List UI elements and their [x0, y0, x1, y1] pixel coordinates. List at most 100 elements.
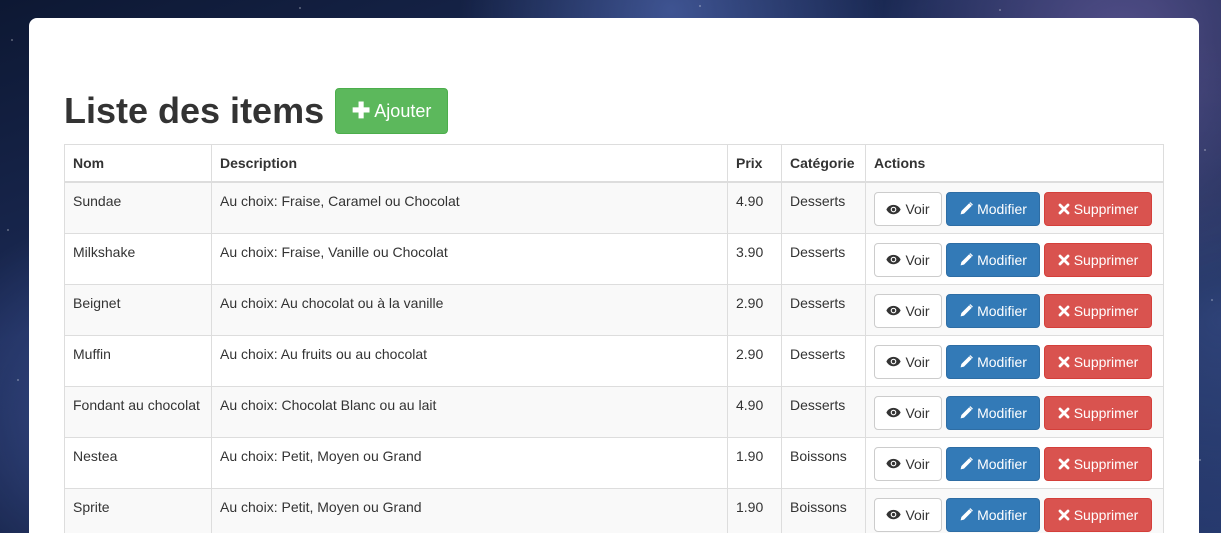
item-category: Boissons [781, 436, 866, 489]
pencil-icon [959, 456, 974, 471]
edit-label: Modifier [977, 506, 1027, 523]
item-actions: Voir Modifier Supprimer [865, 232, 1164, 285]
items-table-body: Sundae Au choix: Fraise, Caramel ou Choc… [64, 181, 1164, 533]
edit-label: Modifier [977, 302, 1027, 319]
item-name: Fondant au chocolat [64, 385, 212, 438]
column-header-category: Catégorie [781, 144, 866, 183]
edit-label: Modifier [977, 404, 1027, 421]
item-category: Desserts [781, 232, 866, 285]
eye-icon [886, 407, 902, 418]
view-button[interactable]: Voir [874, 242, 942, 277]
item-description: Au choix: Chocolat Blanc ou au lait [211, 385, 728, 438]
table-row: Sundae Au choix: Fraise, Caramel ou Choc… [64, 181, 1164, 234]
action-buttons: Voir Modifier Supprimer [874, 446, 1155, 481]
view-label: Voir [905, 302, 930, 319]
table-row: Beignet Au choix: Au chocolat ou à la va… [64, 283, 1164, 336]
pencil-icon [959, 303, 974, 318]
item-actions: Voir Modifier Supprimer [865, 436, 1164, 489]
cross-icon [1058, 458, 1070, 470]
edit-button[interactable]: Modifier [946, 497, 1040, 532]
add-item-label: Ajouter [374, 100, 432, 121]
edit-button[interactable]: Modifier [946, 395, 1040, 430]
column-header-description: Description [211, 144, 728, 183]
page-heading: Liste des items ✚ Ajouter [64, 88, 449, 134]
item-price: 4.90 [727, 181, 782, 234]
edit-label: Modifier [977, 251, 1027, 268]
delete-label: Supprimer [1073, 201, 1139, 217]
item-actions: Voir Modifier Supprimer [865, 487, 1164, 533]
delete-label: Supprimer [1073, 302, 1139, 319]
item-actions: Voir Modifier Supprimer [865, 181, 1164, 234]
item-category: Desserts [781, 283, 866, 336]
item-description: Au choix: Fraise, Caramel ou Chocolat [211, 181, 728, 234]
item-name: Sprite [64, 487, 212, 533]
item-name: Sundae [64, 181, 212, 234]
eye-icon [886, 509, 902, 520]
action-buttons: Voir Modifier Supprimer [874, 344, 1155, 379]
cross-icon [1058, 254, 1070, 266]
view-button[interactable]: Voir [874, 446, 942, 481]
item-category: Desserts [781, 385, 866, 438]
delete-label: Supprimer [1073, 506, 1139, 523]
action-buttons: Voir Modifier Supprimer [874, 192, 1155, 226]
item-price: 2.90 [727, 334, 782, 387]
edit-button[interactable]: Modifier [946, 446, 1040, 481]
cross-icon [1058, 305, 1070, 317]
table-row: Nestea Au choix: Petit, Moyen ou Grand 1… [64, 436, 1164, 489]
item-price: 1.90 [727, 436, 782, 489]
delete-label: Supprimer [1073, 251, 1139, 268]
action-buttons: Voir Modifier Supprimer [874, 293, 1155, 328]
pencil-icon [959, 507, 974, 522]
pencil-icon [959, 405, 974, 420]
edit-label: Modifier [977, 201, 1027, 217]
view-label: Voir [905, 506, 930, 523]
column-header-name: Nom [64, 144, 212, 183]
delete-button[interactable]: Supprimer [1044, 344, 1152, 379]
view-button[interactable]: Voir [874, 497, 942, 532]
pencil-icon [959, 354, 974, 369]
view-button[interactable]: Voir [874, 192, 942, 226]
item-description: Au choix: Au fruits ou au chocolat [211, 334, 728, 387]
item-name: Nestea [64, 436, 212, 489]
content-panel: Liste des items ✚ Ajouter Nom Descriptio… [29, 18, 1199, 533]
item-price: 2.90 [727, 283, 782, 336]
item-actions: Voir Modifier Supprimer [865, 334, 1164, 387]
item-name: Muffin [64, 334, 212, 387]
delete-button[interactable]: Supprimer [1044, 192, 1152, 226]
delete-button[interactable]: Supprimer [1044, 497, 1152, 532]
item-description: Au choix: Fraise, Vanille ou Chocolat [211, 232, 728, 285]
delete-button[interactable]: Supprimer [1044, 395, 1152, 430]
edit-button[interactable]: Modifier [946, 242, 1040, 277]
edit-button[interactable]: Modifier [946, 293, 1040, 328]
table-row: Sprite Au choix: Petit, Moyen ou Grand 1… [64, 487, 1164, 533]
view-label: Voir [905, 251, 930, 268]
view-label: Voir [905, 201, 930, 217]
view-button[interactable]: Voir [874, 293, 942, 328]
delete-button[interactable]: Supprimer [1044, 446, 1152, 481]
item-price: 1.90 [727, 487, 782, 533]
item-price: 4.90 [727, 385, 782, 438]
item-price: 3.90 [727, 232, 782, 285]
edit-button[interactable]: Modifier [946, 192, 1040, 226]
cross-icon [1058, 203, 1070, 215]
view-button[interactable]: Voir [874, 395, 942, 430]
table-row: Milkshake Au choix: Fraise, Vanille ou C… [64, 232, 1164, 285]
item-name: Milkshake [64, 232, 212, 285]
pencil-icon [959, 202, 974, 216]
view-label: Voir [905, 353, 930, 370]
cross-icon [1058, 407, 1070, 419]
add-item-button[interactable]: ✚ Ajouter [335, 88, 449, 134]
delete-button[interactable]: Supprimer [1044, 242, 1152, 277]
pencil-icon [959, 252, 974, 267]
edit-button[interactable]: Modifier [946, 344, 1040, 379]
table-row: Fondant au chocolat Au choix: Chocolat B… [64, 385, 1164, 438]
delete-label: Supprimer [1073, 404, 1139, 421]
action-buttons: Voir Modifier Supprimer [874, 497, 1155, 532]
view-button[interactable]: Voir [874, 344, 942, 379]
view-label: Voir [905, 455, 930, 472]
item-description: Au choix: Au chocolat ou à la vanille [211, 283, 728, 336]
item-description: Au choix: Petit, Moyen ou Grand [211, 487, 728, 533]
items-table: Nom Description Prix Catégorie Actions S… [64, 144, 1164, 533]
eye-icon [886, 305, 902, 316]
delete-button[interactable]: Supprimer [1044, 293, 1152, 328]
